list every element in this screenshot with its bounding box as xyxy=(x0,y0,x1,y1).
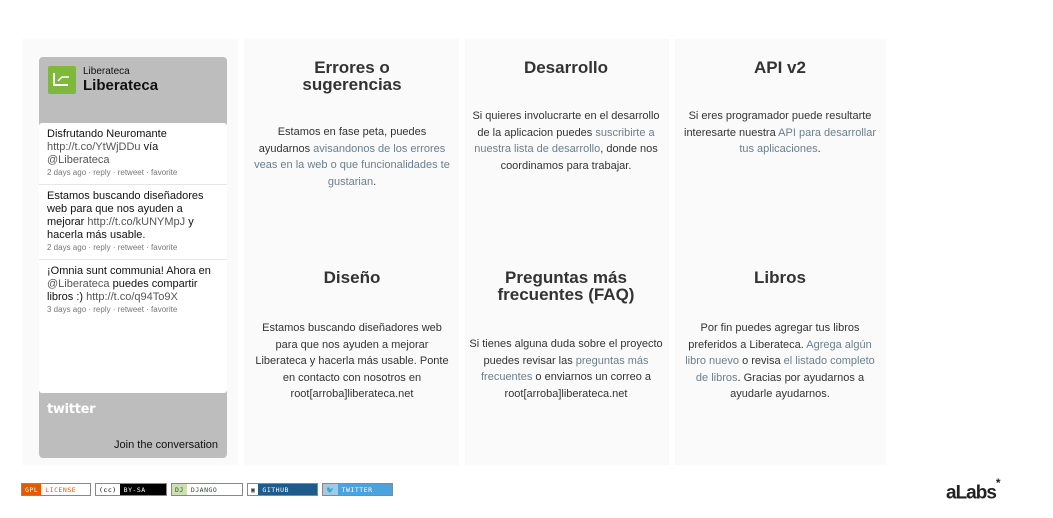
account-handle: Liberateca xyxy=(83,66,130,77)
card-api: API v2 Si eres programador puede resulta… xyxy=(680,59,880,158)
tweet-meta[interactable]: 2 days ago · reply · retweet · favorite xyxy=(47,167,219,178)
tweet-link[interactable]: http://t.co/q94To9X xyxy=(86,291,178,303)
badge-right: LICENSE xyxy=(41,484,81,495)
tweet-link[interactable]: http://t.co/kUNYMpJ xyxy=(87,216,185,228)
liberateca-logo-icon xyxy=(48,66,76,94)
tweet-item: Disfrutando Neuromante http://t.co/YtWjD… xyxy=(39,123,227,185)
tweet-text: ¡Omnia sunt communia! Ahora en xyxy=(47,265,211,277)
badge-left: GPL xyxy=(22,484,42,495)
card-title: Libros xyxy=(754,268,806,287)
card-title: API v2 xyxy=(754,58,806,77)
card-errores: Errores o sugerencias Estamos en fase pet… xyxy=(252,59,452,190)
column-gap xyxy=(669,39,675,465)
column-gap xyxy=(238,39,244,465)
tweet-mention[interactable]: @Liberateca xyxy=(47,278,110,290)
card-text: Estamos en fase peta, puedes ayudarnos a… xyxy=(254,126,450,188)
badge-right: BY-SA xyxy=(119,484,150,495)
card-title: Errores o sugerencias xyxy=(302,58,402,94)
cc-by-sa-badge[interactable]: (cc) BY-SA xyxy=(95,483,167,496)
card-diseno: Diseño Estamos buscando diseñadores web … xyxy=(252,269,452,403)
twitter-widget: Liberateca Liberateca Disfrutando Neurom… xyxy=(39,57,227,458)
card-title: Preguntas más frecuentes (FAQ) xyxy=(497,268,635,304)
tweet-link[interactable]: http://t.co/YtWjDDu xyxy=(47,141,141,153)
twitter-badge[interactable]: 🐦 TWITTER xyxy=(322,483,393,496)
card-faq: Preguntas más frecuentes (FAQ) Si tienes … xyxy=(466,269,666,402)
badge-left: 🐦 xyxy=(323,484,338,495)
badge-right: GITHUB xyxy=(258,484,293,495)
tweet-meta[interactable]: 2 days ago · reply · retweet · favorite xyxy=(47,242,219,253)
tweet-item: Estamos buscando diseñadores web para qu… xyxy=(39,185,227,260)
widget-header[interactable]: Liberateca Liberateca xyxy=(48,66,218,108)
badge-left: (cc) xyxy=(96,484,120,495)
card-text: Si eres programador puede resultarte int… xyxy=(684,110,876,155)
column-gap xyxy=(459,39,465,465)
tweet-meta[interactable]: 3 days ago · reply · retweet · favorite xyxy=(47,304,219,315)
tweet-text: Disfrutando Neuromante xyxy=(47,128,167,140)
card-libros: Libros Por fin puedes agregar tus libros… xyxy=(680,269,880,403)
card-text: Por fin puedes agregar tus libros prefer… xyxy=(685,322,875,400)
badge-left: ▣ xyxy=(248,484,259,495)
twitter-logo-icon[interactable]: twitter xyxy=(47,402,96,417)
card-text: Si tienes alguna duda sobre el proyecto … xyxy=(469,338,663,400)
badge-right: DJANGO xyxy=(186,484,222,495)
card-title: Desarrollo xyxy=(523,58,609,77)
join-conversation-link[interactable]: Join the conversation xyxy=(114,439,218,451)
alabs-logo[interactable]: aLabs* xyxy=(946,476,1001,504)
badge-left: DJ xyxy=(172,484,187,495)
django-badge[interactable]: DJ DJANGO xyxy=(171,483,243,496)
tweet-mention[interactable]: @Liberateca xyxy=(47,154,110,166)
gpl-license-badge[interactable]: GPL LICENSE xyxy=(21,483,91,496)
card-text: Si quieres involucrarte en el desarrollo… xyxy=(472,110,660,172)
card-text: Estamos buscando diseñadores web para qu… xyxy=(255,322,449,400)
card-desarrollo: Desarrollo Si quieres involucrarte en el… xyxy=(466,59,666,174)
tweet-list: Disfrutando Neuromante http://t.co/YtWjD… xyxy=(39,123,227,393)
card-title: Diseño xyxy=(323,268,381,287)
badge-right: TWITTER xyxy=(337,484,377,495)
tweet-text: vía xyxy=(140,141,159,153)
github-badge[interactable]: ▣ GITHUB xyxy=(247,483,318,496)
tweet-item: ¡Omnia sunt communia! Ahora en @Liberate… xyxy=(39,260,227,321)
account-name[interactable]: Liberateca xyxy=(83,77,158,94)
